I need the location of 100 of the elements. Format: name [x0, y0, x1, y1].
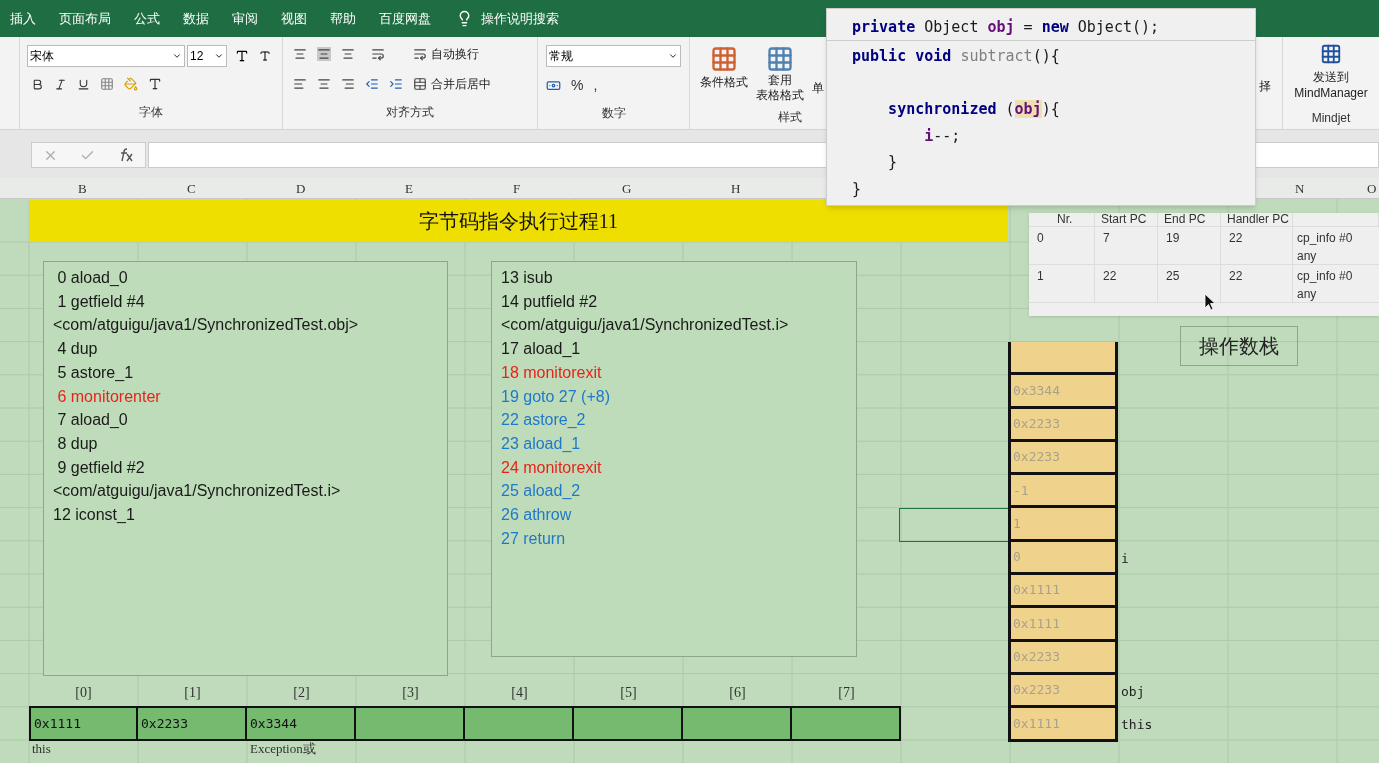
decrease-font-icon[interactable]: [259, 50, 271, 62]
table-cell: 7: [1095, 227, 1158, 265]
code-line: public void subtract(){: [852, 46, 1060, 67]
group-label: 数字: [601, 105, 626, 122]
bytecode-line: 19 goto 27 (+8): [501, 386, 610, 407]
title-text: 字节码指令执行过程11: [418, 209, 619, 234]
bytecode-line: 6 monitorenter: [56, 386, 161, 407]
number-format-select[interactable]: 常规: [546, 45, 681, 67]
currency-icon[interactable]: [546, 78, 561, 93]
table-cell-text: any: [1297, 286, 1318, 303]
table-header: Handler PC: [1221, 213, 1293, 228]
code-line: }: [887, 152, 898, 173]
stack-slot: 0x2233: [1008, 641, 1118, 675]
merge-icon: [413, 77, 427, 91]
underline-icon[interactable]: [77, 77, 90, 91]
group-label: 对齐方式: [386, 104, 434, 121]
stack-slot: 0x1111: [1008, 608, 1118, 642]
cell-styles-button[interactable]: 单: [812, 79, 824, 97]
column-header[interactable]: F: [513, 179, 521, 199]
font-name-select[interactable]: 宋体: [27, 45, 185, 67]
ribbon-tab[interactable]: 审阅: [232, 8, 258, 29]
bytecode-line: 0 aload_0: [56, 268, 128, 288]
stack-slot: 0x2233: [1008, 441, 1118, 476]
align-center-icon[interactable]: [317, 77, 331, 91]
comma-button[interactable]: ,: [593, 75, 598, 96]
table-cell: 22: [1221, 265, 1293, 303]
wrap-text-icon: [413, 47, 427, 61]
stack-slot: 0: [1008, 541, 1118, 576]
bytecode-line: 9 getfield #2: [56, 457, 145, 478]
column-header[interactable]: C: [187, 179, 196, 199]
align-left-icon[interactable]: [293, 77, 307, 91]
slot-index: [7]: [837, 684, 856, 702]
group-label: Mindjet: [1311, 111, 1351, 125]
ribbon-tab[interactable]: 视图: [281, 8, 307, 29]
stack-slot: 0x1111: [1008, 708, 1118, 742]
slot-index: [6]: [728, 684, 747, 702]
column-header[interactable]: H: [731, 179, 741, 199]
font-size-select[interactable]: 12: [187, 45, 227, 67]
align-top-icon[interactable]: [293, 47, 307, 61]
stack-slot: 0x2233: [1008, 408, 1118, 442]
table-format-button-top[interactable]: 套用: [768, 73, 792, 88]
increase-indent-icon[interactable]: [389, 77, 403, 91]
bytecode-line: 12 iconst_1: [53, 505, 135, 526]
wrap-text-button[interactable]: 自动换行: [431, 45, 479, 63]
ribbon-tab[interactable]: 页面布局: [59, 8, 111, 29]
dropdown-icon[interactable]: [214, 51, 224, 61]
align-right-icon[interactable]: [341, 77, 355, 91]
conditional-format-button[interactable]: 条件格式: [700, 73, 748, 91]
column-header[interactable]: O: [1367, 179, 1377, 199]
decrease-indent-icon[interactable]: [365, 77, 379, 91]
stack-slot: 0x1111: [1008, 575, 1118, 609]
select-button[interactable]: 择: [1259, 79, 1271, 93]
bytecode-line: <com/atguigu/java1/SynchronizedTest.i>: [501, 315, 789, 336]
slot-index: [0]: [74, 684, 93, 702]
table-format-button-bottom[interactable]: 表格格式: [756, 88, 804, 103]
bold-icon[interactable]: [31, 77, 44, 91]
bytecode-line: 14 putfield #2: [501, 291, 598, 312]
stack-slot: 1: [1008, 508, 1118, 542]
ribbon-tab[interactable]: 公式: [134, 8, 160, 29]
merge-center-button[interactable]: 合并后居中: [431, 75, 491, 93]
column-header[interactable]: N: [1295, 179, 1305, 199]
column-header[interactable]: D: [296, 179, 306, 199]
tell-me-search[interactable]: 操作说明搜索: [481, 8, 559, 29]
send-to-button-top[interactable]: 发送到: [1313, 69, 1349, 85]
stack-slot: 0x3344: [1008, 375, 1118, 409]
table-cell: 0: [1029, 227, 1095, 265]
align-bottom-icon[interactable]: [341, 47, 355, 61]
bytecode-line: 26 athrow: [501, 505, 572, 526]
italic-icon[interactable]: [54, 77, 67, 91]
ribbon-tab[interactable]: 数据: [183, 8, 209, 29]
column-header[interactable]: E: [405, 179, 413, 199]
table-header: Nr.: [1029, 213, 1095, 228]
border-icon[interactable]: [100, 77, 114, 91]
column-header[interactable]: G: [622, 179, 632, 199]
code-line: i--;: [923, 125, 961, 147]
table-cell: 22: [1221, 227, 1293, 265]
dropdown-icon[interactable]: [668, 51, 678, 61]
table-cell: 22: [1095, 265, 1158, 303]
bytecode-line: 24 monitorexit: [501, 457, 602, 478]
align-middle-icon[interactable]: [317, 47, 331, 61]
slot-index: [2]: [292, 684, 311, 702]
ribbon-tab[interactable]: 百度网盘: [379, 8, 431, 29]
font-color-icon[interactable]: [148, 77, 162, 91]
bytecode-line: 18 monitorexit: [501, 362, 602, 383]
fill-color-icon[interactable]: [124, 77, 138, 91]
ribbon-tab[interactable]: 帮助: [330, 8, 356, 29]
column-header[interactable]: B: [78, 179, 87, 199]
increase-font-icon[interactable]: [235, 49, 249, 63]
table-cell: 1: [1029, 265, 1095, 303]
ribbon-tab[interactable]: 插入: [10, 8, 36, 29]
table-cell-text: cp_info #0: [1297, 230, 1354, 247]
code-line: private Object obj = new Object();: [852, 17, 1160, 39]
table-header: Start PC: [1095, 213, 1158, 228]
send-to-button-bottom[interactable]: MindManager: [1294, 85, 1368, 101]
code-line: synchronized (obj){: [887, 99, 1060, 120]
stack-slot: -1: [1008, 475, 1118, 509]
percent-button[interactable]: %: [571, 75, 584, 96]
dropdown-icon[interactable]: [172, 51, 182, 61]
group-label: 样式: [778, 110, 802, 124]
bytecode-line: 27 return: [501, 528, 566, 549]
